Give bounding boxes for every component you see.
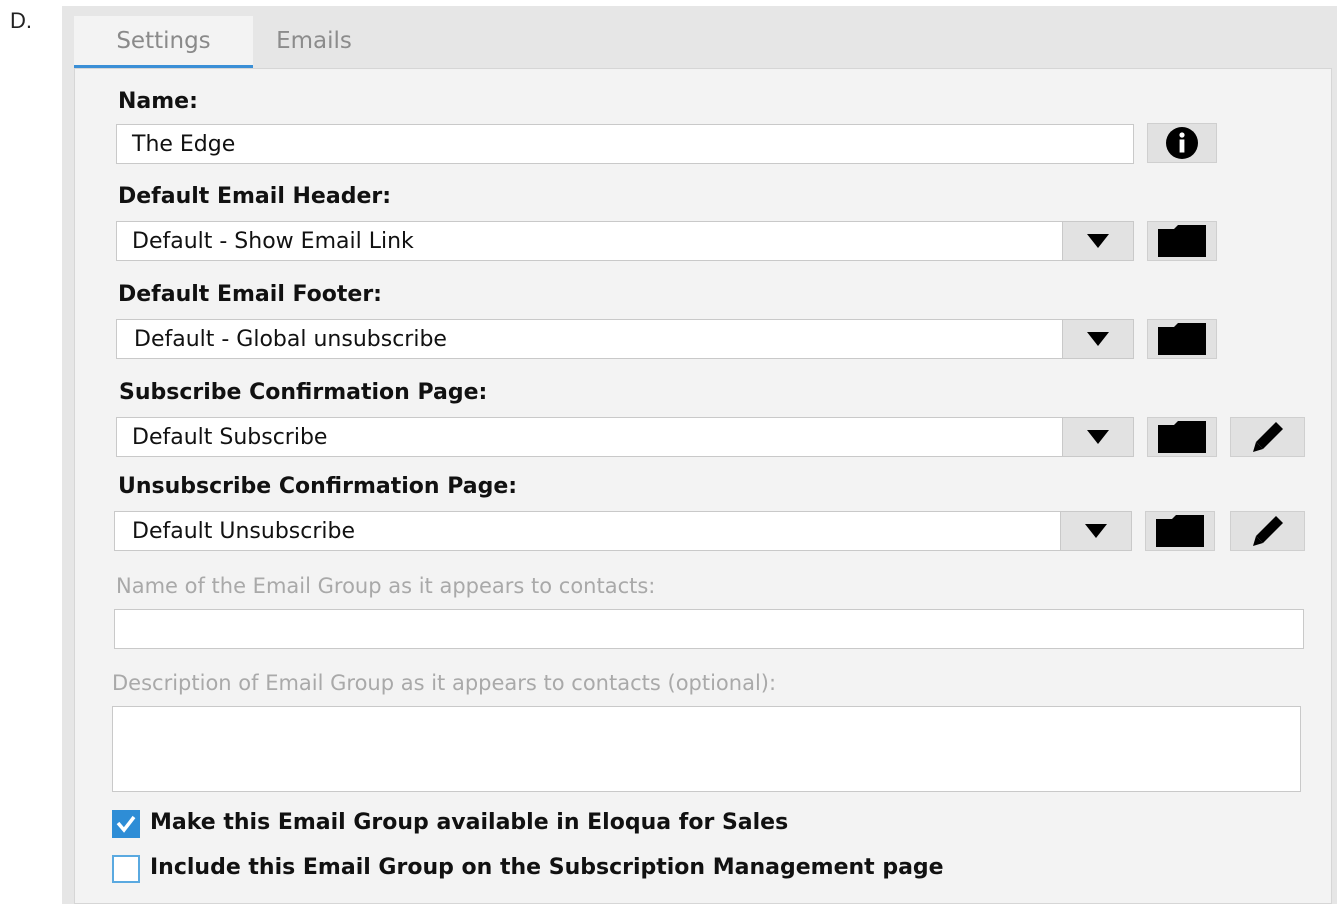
default-email-header-dropdown[interactable]: [1062, 222, 1133, 260]
subscribe-confirmation-page-dropdown[interactable]: [1062, 418, 1133, 456]
settings-content: Name: The Edge Default Email Header: Def…: [74, 68, 1332, 904]
default-email-footer-value: Default - Global unsubscribe: [134, 326, 447, 352]
default-email-footer-browse-button[interactable]: [1147, 319, 1217, 359]
email-group-display-name-input[interactable]: [114, 609, 1304, 649]
dropdown-arrow-icon: [1087, 332, 1109, 346]
dropdown-arrow-icon: [1087, 234, 1109, 248]
default-email-footer-select[interactable]: Default - Global unsubscribe: [116, 319, 1134, 359]
default-email-header-label: Default Email Header:: [118, 184, 392, 209]
default-email-header-value: Default - Show Email Link: [132, 228, 414, 254]
unsubscribe-confirmation-page-select[interactable]: Default Unsubscribe: [114, 511, 1132, 551]
unsubscribe-confirmation-page-edit-button[interactable]: [1230, 511, 1305, 551]
default-email-header-browse-button[interactable]: [1147, 221, 1217, 261]
pencil-icon: [1252, 516, 1283, 546]
subscribe-confirmation-page-browse-button[interactable]: [1147, 417, 1217, 457]
folder-icon: [1158, 421, 1206, 453]
default-email-header-select[interactable]: Default - Show Email Link: [116, 221, 1134, 261]
subscription-management-checkbox[interactable]: [112, 855, 140, 883]
default-email-footer-label: Default Email Footer:: [118, 282, 382, 307]
tab-emails[interactable]: Emails: [253, 16, 375, 68]
subscribe-confirmation-page-select[interactable]: Default Subscribe: [116, 417, 1134, 457]
pencil-icon: [1252, 422, 1283, 452]
unsubscribe-confirmation-page-browse-button[interactable]: [1145, 511, 1215, 551]
folder-icon: [1156, 515, 1204, 547]
dropdown-arrow-icon: [1085, 524, 1107, 538]
email-group-display-name-label: Name of the Email Group as it appears to…: [116, 574, 656, 598]
email-group-description-textarea[interactable]: [112, 706, 1301, 792]
name-label: Name:: [118, 89, 198, 114]
info-button[interactable]: [1147, 123, 1217, 163]
info-icon: [1166, 127, 1198, 159]
eloqua-sales-label: Make this Email Group available in Eloqu…: [150, 810, 789, 835]
subscription-management-label: Include this Email Group on the Subscrip…: [150, 855, 944, 880]
tab-settings[interactable]: Settings: [74, 16, 253, 68]
option-letter: D.: [10, 8, 32, 33]
subscribe-confirmation-page-label: Subscribe Confirmation Page:: [119, 380, 488, 405]
unsubscribe-confirmation-page-dropdown[interactable]: [1060, 512, 1131, 550]
tab-bar: Settings Emails: [74, 16, 375, 71]
unsubscribe-confirmation-page-value: Default Unsubscribe: [132, 518, 356, 544]
email-group-settings-panel: Settings Emails Name: The Edge Default E…: [62, 6, 1337, 904]
email-group-description-label: Description of Email Group as it appears…: [112, 671, 777, 695]
checkmark-icon: [116, 815, 136, 833]
subscribe-confirmation-page-value: Default Subscribe: [132, 424, 328, 450]
default-email-footer-dropdown[interactable]: [1062, 320, 1133, 358]
subscribe-confirmation-page-edit-button[interactable]: [1230, 417, 1305, 457]
folder-icon: [1158, 323, 1206, 355]
dropdown-arrow-icon: [1087, 430, 1109, 444]
eloqua-sales-checkbox[interactable]: [112, 810, 140, 838]
unsubscribe-confirmation-page-label: Unsubscribe Confirmation Page:: [118, 474, 518, 499]
folder-icon: [1158, 225, 1206, 257]
name-input[interactable]: The Edge: [116, 124, 1134, 164]
